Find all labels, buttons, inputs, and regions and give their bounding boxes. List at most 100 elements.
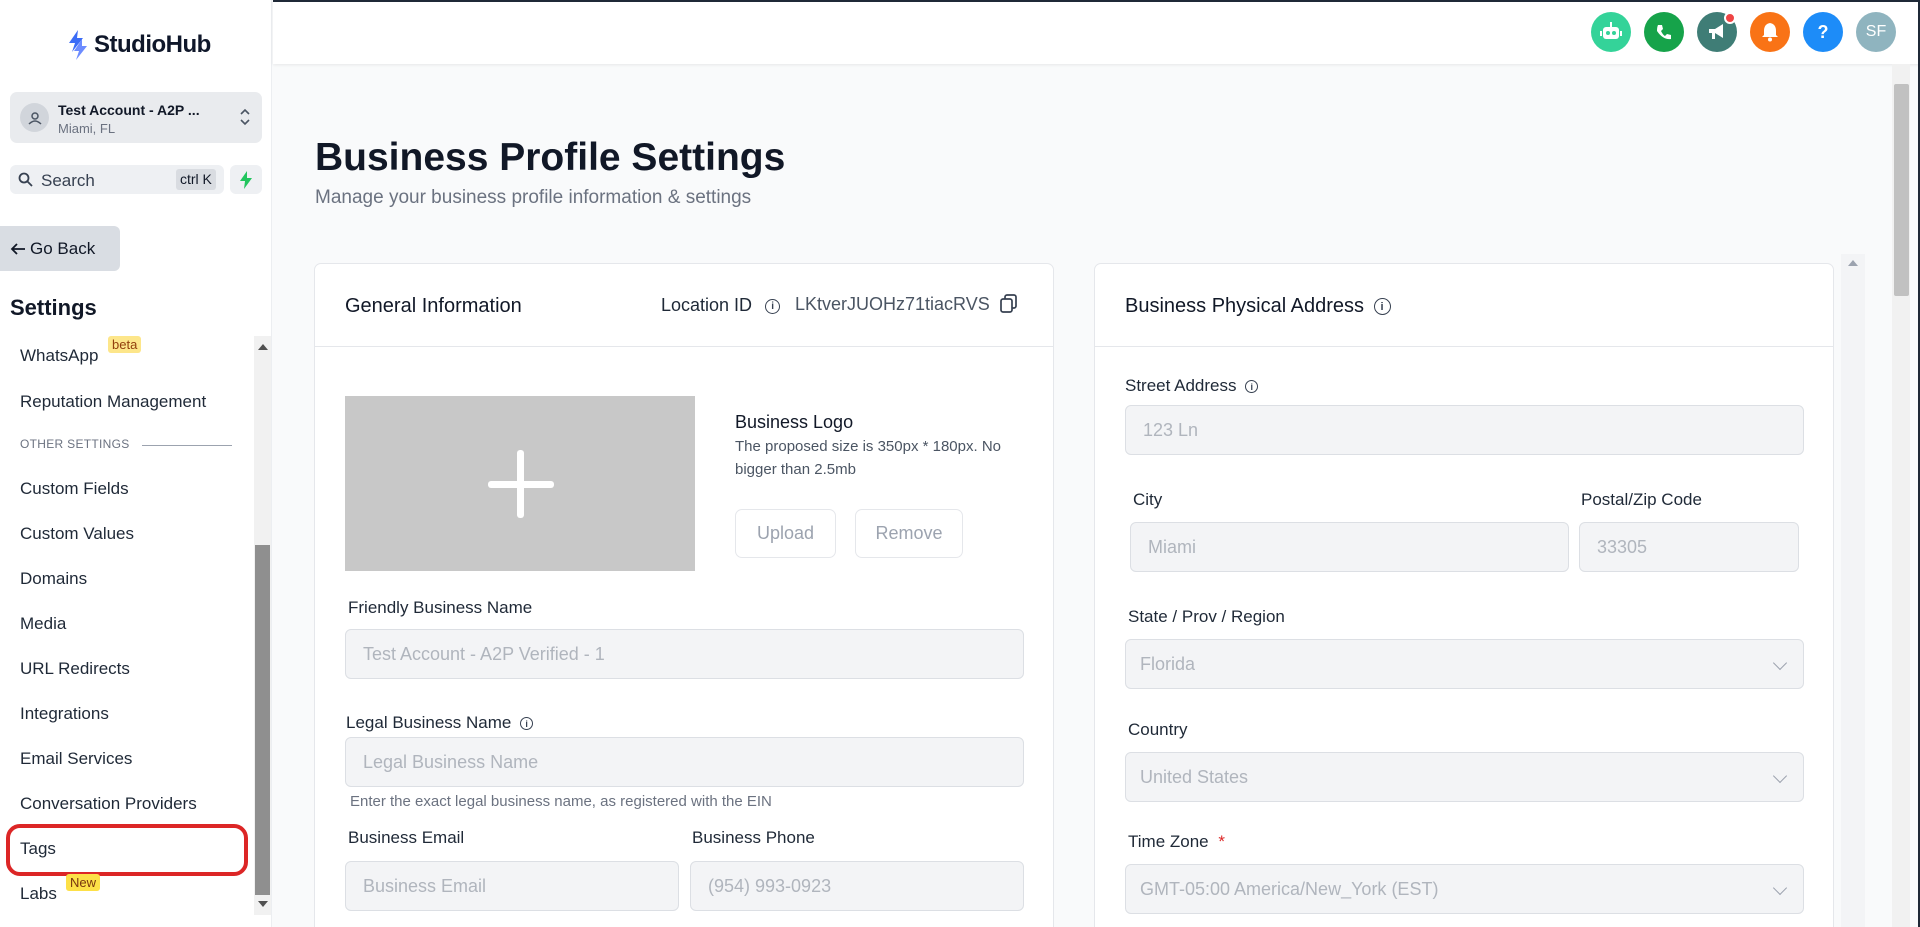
legal-name-label-text: Legal Business Name bbox=[346, 713, 512, 732]
bell-icon[interactable] bbox=[1750, 12, 1790, 52]
required-asterisk: * bbox=[1218, 832, 1225, 851]
section-label-other-settings: OTHER SETTINGS bbox=[20, 437, 130, 451]
zip-code-label: Postal/Zip Code bbox=[1581, 490, 1702, 509]
page-subtitle: Manage your business profile information… bbox=[315, 187, 752, 208]
quick-actions-button[interactable] bbox=[230, 165, 262, 194]
info-icon: i bbox=[520, 717, 534, 731]
go-back-button[interactable]: Go Back bbox=[0, 226, 120, 271]
menu-item-conversation-providers[interactable]: Conversation Providers bbox=[20, 794, 197, 814]
location-icon bbox=[20, 103, 49, 132]
business-phone-input[interactable]: (954) 993-0923 bbox=[690, 861, 1024, 911]
scroll-down-arrow-icon[interactable] bbox=[258, 901, 268, 907]
settings-menu: WhatsApp beta Reputation Management OTHE… bbox=[0, 335, 254, 915]
logo-upload-area[interactable] bbox=[345, 396, 695, 571]
business-email-input[interactable]: Business Email bbox=[345, 861, 679, 911]
tags-highlight-annotation bbox=[6, 824, 248, 876]
account-name: Test Account - A2P ... bbox=[58, 102, 200, 118]
state-select[interactable]: Florida bbox=[1125, 639, 1804, 689]
menu-item-url-redirects[interactable]: URL Redirects bbox=[20, 659, 130, 679]
logo-size-hint: The proposed size is 350px * 180px. No b… bbox=[735, 438, 1001, 478]
business-address-card: Business Physical Address i Street Addre… bbox=[1094, 263, 1834, 927]
search-icon bbox=[18, 172, 33, 187]
legal-name-help: Enter the exact legal business name, as … bbox=[350, 793, 772, 810]
time-zone-select-value: GMT-05:00 America/New_York (EST) bbox=[1140, 878, 1439, 899]
street-address-label-text: Street Address bbox=[1125, 376, 1237, 395]
info-icon: i bbox=[1373, 298, 1391, 316]
scroll-up-arrow-icon[interactable] bbox=[258, 344, 268, 350]
account-switcher[interactable]: Test Account - A2P ... Miami, FL bbox=[10, 92, 262, 143]
search-shortcut: ctrl K bbox=[176, 169, 216, 190]
lightning-icon bbox=[240, 170, 252, 189]
info-icon: i bbox=[1245, 380, 1259, 394]
country-label: Country bbox=[1128, 720, 1188, 739]
beta-badge: beta bbox=[108, 336, 142, 353]
new-badge: New bbox=[66, 874, 101, 891]
menu-item-email-services[interactable]: Email Services bbox=[20, 749, 132, 769]
chevron-down-icon bbox=[1772, 655, 1788, 671]
country-select[interactable]: United States bbox=[1125, 752, 1804, 802]
chevron-down-icon bbox=[1772, 880, 1788, 896]
settings-title: Settings bbox=[10, 295, 97, 320]
menu-item-domains[interactable]: Domains bbox=[20, 569, 87, 589]
legal-name-label: Legal Business Name i bbox=[346, 713, 534, 733]
location-id-value: LKtverJUOHz71tiacRVS bbox=[795, 294, 990, 314]
menu-item-whatsapp[interactable]: WhatsApp bbox=[20, 346, 98, 366]
street-address-input[interactable]: 123 Ln bbox=[1125, 405, 1804, 455]
plus-icon-vertical bbox=[517, 450, 524, 518]
city-label: City bbox=[1133, 490, 1163, 509]
country-select-value: United States bbox=[1140, 766, 1249, 787]
content-scrollbar[interactable] bbox=[1841, 254, 1865, 927]
sidebar-scrollbar-thumb[interactable] bbox=[255, 545, 270, 895]
general-information-card: General Information Location ID i LKtver… bbox=[314, 263, 1054, 927]
street-address-label: Street Address i bbox=[1125, 376, 1259, 396]
card-title: Business Physical Address i bbox=[1125, 295, 1391, 318]
menu-item-reputation-management[interactable]: Reputation Management bbox=[20, 392, 206, 412]
menu-item-custom-values[interactable]: Custom Values bbox=[20, 524, 134, 544]
page-title: Business Profile Settings bbox=[315, 136, 786, 179]
logo-icon bbox=[69, 30, 87, 60]
zip-code-input[interactable]: 33305 bbox=[1579, 522, 1799, 572]
card-title: General Information bbox=[345, 295, 522, 317]
menu-item-media[interactable]: Media bbox=[20, 614, 66, 634]
time-zone-label: Time Zone * bbox=[1128, 832, 1225, 852]
state-label: State / Prov / Region bbox=[1128, 607, 1285, 626]
page-scrollbar-thumb[interactable] bbox=[1894, 84, 1909, 296]
arrow-left-icon bbox=[10, 242, 25, 255]
business-logo-label: Business Logo bbox=[735, 412, 854, 432]
brand-logo[interactable]: StudioHub bbox=[66, 30, 211, 60]
card-header: Business Physical Address i bbox=[1095, 264, 1833, 347]
menu-item-integrations[interactable]: Integrations bbox=[20, 704, 109, 724]
avatar[interactable]: SF bbox=[1856, 12, 1896, 52]
friendly-name-label: Friendly Business Name bbox=[348, 598, 533, 617]
megaphone-icon[interactable] bbox=[1697, 12, 1737, 52]
search-label: Search bbox=[41, 171, 95, 190]
business-phone-label: Business Phone bbox=[692, 828, 815, 847]
help-icon[interactable]: ? bbox=[1803, 12, 1843, 52]
phone-icon[interactable] bbox=[1644, 12, 1684, 52]
legal-name-input[interactable]: Legal Business Name bbox=[345, 737, 1024, 787]
notification-dot bbox=[1724, 12, 1736, 24]
time-zone-select[interactable]: GMT-05:00 America/New_York (EST) bbox=[1125, 864, 1804, 914]
city-input[interactable]: Miami bbox=[1130, 522, 1569, 572]
menu-item-labs[interactable]: Labs bbox=[20, 884, 57, 904]
menu-item-label: WhatsApp bbox=[20, 346, 99, 365]
friendly-name-input[interactable]: Test Account - A2P Verified - 1 bbox=[345, 629, 1024, 679]
card-title-text: Business Physical Address bbox=[1125, 295, 1365, 317]
content-scroll-up-arrow-icon[interactable] bbox=[1848, 260, 1858, 266]
remove-button[interactable]: Remove bbox=[855, 509, 963, 558]
copy-icon[interactable] bbox=[1000, 294, 1018, 314]
search-button[interactable]: Search ctrl K bbox=[10, 165, 224, 194]
business-email-label: Business Email bbox=[348, 828, 465, 847]
location-id-label-text: Location ID bbox=[661, 295, 753, 315]
avatar-initials: SF bbox=[1865, 23, 1887, 40]
card-header: General Information Location ID i LKtver… bbox=[315, 264, 1053, 347]
help-glyph: ? bbox=[1817, 21, 1829, 42]
go-back-label: Go Back bbox=[30, 238, 96, 258]
section-divider bbox=[142, 445, 232, 446]
time-zone-label-text: Time Zone bbox=[1128, 832, 1209, 851]
chevron-updown-icon bbox=[240, 108, 250, 126]
menu-item-custom-fields[interactable]: Custom Fields bbox=[20, 479, 129, 499]
robot-icon[interactable] bbox=[1591, 12, 1631, 52]
sidebar: StudioHub Test Account - A2P ... Miami, … bbox=[0, 0, 272, 927]
upload-button[interactable]: Upload bbox=[735, 509, 836, 558]
